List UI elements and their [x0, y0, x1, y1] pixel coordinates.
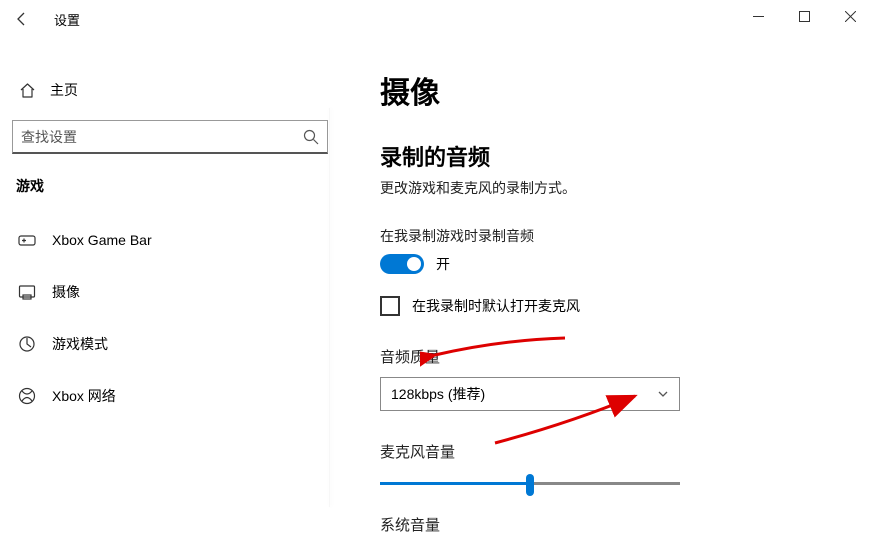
mic-default-checkbox[interactable] — [380, 296, 400, 316]
sidebar-item-label: 摄像 — [52, 282, 80, 302]
record-audio-toggle[interactable] — [380, 254, 424, 274]
back-button[interactable] — [0, 0, 44, 38]
sidebar-item-game-mode[interactable]: 游戏模式 — [10, 322, 330, 366]
chevron-down-icon — [657, 388, 669, 400]
game-mode-icon — [16, 335, 38, 353]
home-icon — [16, 82, 38, 99]
section-heading: 录制的音频 — [380, 140, 823, 172]
dropdown-value: 128kbps (推荐) — [391, 384, 485, 404]
audio-quality-label: 音频质量 — [380, 346, 823, 367]
sidebar-home[interactable]: 主页 — [10, 70, 330, 110]
search-icon — [303, 129, 319, 145]
record-audio-label: 在我录制游戏时录制音频 — [380, 226, 823, 246]
sidebar-home-label: 主页 — [50, 80, 78, 100]
mic-volume-label: 麦克风音量 — [380, 441, 823, 462]
sidebar-item-label: 游戏模式 — [52, 334, 108, 354]
section-subtext: 更改游戏和麦克风的录制方式。 — [380, 178, 823, 198]
search-box[interactable] — [12, 120, 328, 154]
sidebar-item-label: Xbox 网络 — [52, 386, 116, 406]
mic-volume-slider[interactable] — [380, 472, 680, 496]
minimize-button[interactable] — [735, 0, 781, 32]
sidebar-item-captures[interactable]: 摄像 — [10, 270, 330, 314]
close-button[interactable] — [827, 0, 873, 32]
sidebar-category: 游戏 — [10, 176, 330, 196]
page-title: 摄像 — [380, 68, 823, 112]
back-arrow-icon — [14, 11, 30, 27]
system-volume-label: 系统音量 — [380, 514, 823, 535]
sidebar-item-label: Xbox Game Bar — [52, 232, 152, 248]
search-input[interactable] — [21, 129, 303, 145]
mic-checkbox-label: 在我录制时默认打开麦克风 — [412, 296, 580, 316]
content-area: 摄像 录制的音频 更改游戏和麦克风的录制方式。 在我录制游戏时录制音频 开 在我… — [330, 38, 873, 507]
sidebar: 主页 游戏 Xbox Game Bar 摄像 游戏模式 — [0, 38, 330, 507]
xbox-network-icon — [16, 387, 38, 405]
window-title: 设置 — [54, 10, 80, 29]
sidebar-item-xbox-network[interactable]: Xbox 网络 — [10, 374, 330, 418]
maximize-icon — [799, 11, 810, 22]
close-icon — [845, 11, 856, 22]
titlebar: 设置 — [0, 0, 873, 38]
sidebar-item-xbox-game-bar[interactable]: Xbox Game Bar — [10, 218, 330, 262]
slider-thumb[interactable] — [526, 474, 534, 496]
game-bar-icon — [16, 231, 38, 249]
captures-icon — [16, 283, 38, 301]
toggle-state-label: 开 — [436, 254, 450, 274]
audio-quality-dropdown[interactable]: 128kbps (推荐) — [380, 377, 680, 411]
minimize-icon — [753, 11, 764, 22]
slider-fill — [380, 482, 530, 485]
maximize-button[interactable] — [781, 0, 827, 32]
window-controls — [735, 0, 873, 32]
